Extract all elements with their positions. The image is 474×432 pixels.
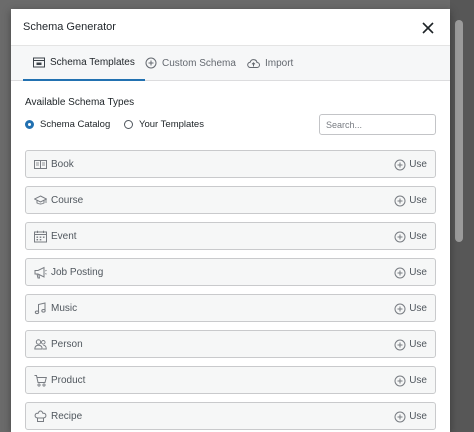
modal-title: Schema Generator (23, 21, 116, 33)
plus-circle-icon (394, 375, 406, 386)
use-button[interactable]: Use (394, 301, 427, 316)
cloud-upload-icon (247, 58, 260, 68)
schema-row-job-posting[interactable]: Job Posting Use (25, 258, 436, 286)
tab-schema-templates[interactable]: Schema Templates (23, 46, 145, 81)
schema-type-label: Book (51, 159, 74, 170)
schema-type-label: Product (51, 375, 86, 386)
plus-circle-icon (394, 267, 406, 278)
use-button-label: Use (409, 267, 427, 278)
schema-type-label: Music (51, 303, 78, 314)
close-icon (422, 22, 434, 34)
modal-header: Schema Generator (11, 9, 450, 46)
people-icon (34, 339, 47, 350)
radio-selected-indicator (25, 120, 34, 129)
tab-label: Schema Templates (50, 57, 135, 68)
schema-row-recipe[interactable]: Recipe Use (25, 402, 436, 430)
plus-circle-icon (394, 339, 406, 350)
radio-unselected-indicator (124, 120, 133, 129)
schema-type-label: Job Posting (51, 267, 104, 278)
schema-row-event[interactable]: Event Use (25, 222, 436, 250)
schema-type-label: Person (51, 339, 83, 350)
template-icon (33, 57, 45, 68)
page-scrollbar-thumb[interactable] (455, 20, 463, 242)
plus-circle-icon (394, 411, 406, 422)
use-button-label: Use (409, 375, 427, 386)
modal-content: Available Schema Types Schema Catalog Yo… (11, 81, 450, 432)
use-button[interactable]: Use (394, 373, 427, 388)
radio-your-templates[interactable]: Your Templates (124, 119, 204, 130)
plus-circle-icon (394, 159, 406, 170)
use-button[interactable]: Use (394, 193, 427, 208)
tab-custom-schema[interactable]: Custom Schema (145, 46, 236, 80)
use-button-label: Use (409, 303, 427, 314)
use-button-label: Use (409, 231, 427, 242)
use-button[interactable]: Use (394, 409, 427, 424)
plus-circle-icon (394, 195, 406, 206)
section-title: Available Schema Types (25, 97, 135, 108)
plus-circle-icon (145, 57, 157, 69)
search-input[interactable] (319, 114, 436, 135)
graduation-cap-icon (34, 195, 47, 205)
radio-label: Schema Catalog (40, 119, 111, 130)
use-button-label: Use (409, 159, 427, 170)
radio-schema-catalog[interactable]: Schema Catalog (25, 119, 110, 130)
tab-label: Import (265, 57, 294, 69)
tab-bar: Schema Templates Custom Schema Import (11, 46, 450, 81)
schema-row-book[interactable]: Book Use (25, 150, 436, 178)
chef-hat-icon (34, 410, 47, 422)
use-button[interactable]: Use (394, 265, 427, 280)
calendar-icon (34, 230, 47, 243)
use-button[interactable]: Use (394, 157, 427, 172)
tab-import[interactable]: Import (247, 46, 293, 80)
tab-label: Custom Schema (162, 57, 236, 69)
use-button[interactable]: Use (394, 229, 427, 244)
schema-type-label: Event (51, 231, 77, 242)
schema-type-label: Recipe (51, 411, 83, 422)
schema-type-label: Course (51, 195, 84, 206)
schema-row-course[interactable]: Course Use (25, 186, 436, 214)
use-button-label: Use (409, 195, 427, 206)
plus-circle-icon (394, 231, 406, 242)
close-button[interactable] (417, 17, 439, 39)
use-button[interactable]: Use (394, 337, 427, 352)
schema-row-person[interactable]: Person Use (25, 330, 436, 358)
use-button-label: Use (409, 339, 427, 350)
music-note-icon (34, 302, 46, 315)
schema-row-music[interactable]: Music Use (25, 294, 436, 322)
megaphone-icon (34, 266, 47, 279)
schema-generator-modal: Schema Generator Schema Templates Custom… (11, 9, 450, 432)
schema-row-product[interactable]: Product Use (25, 366, 436, 394)
plus-circle-icon (394, 303, 406, 314)
book-icon (34, 160, 47, 169)
cart-icon (34, 375, 47, 387)
use-button-label: Use (409, 411, 427, 422)
radio-label: Your Templates (139, 119, 204, 130)
